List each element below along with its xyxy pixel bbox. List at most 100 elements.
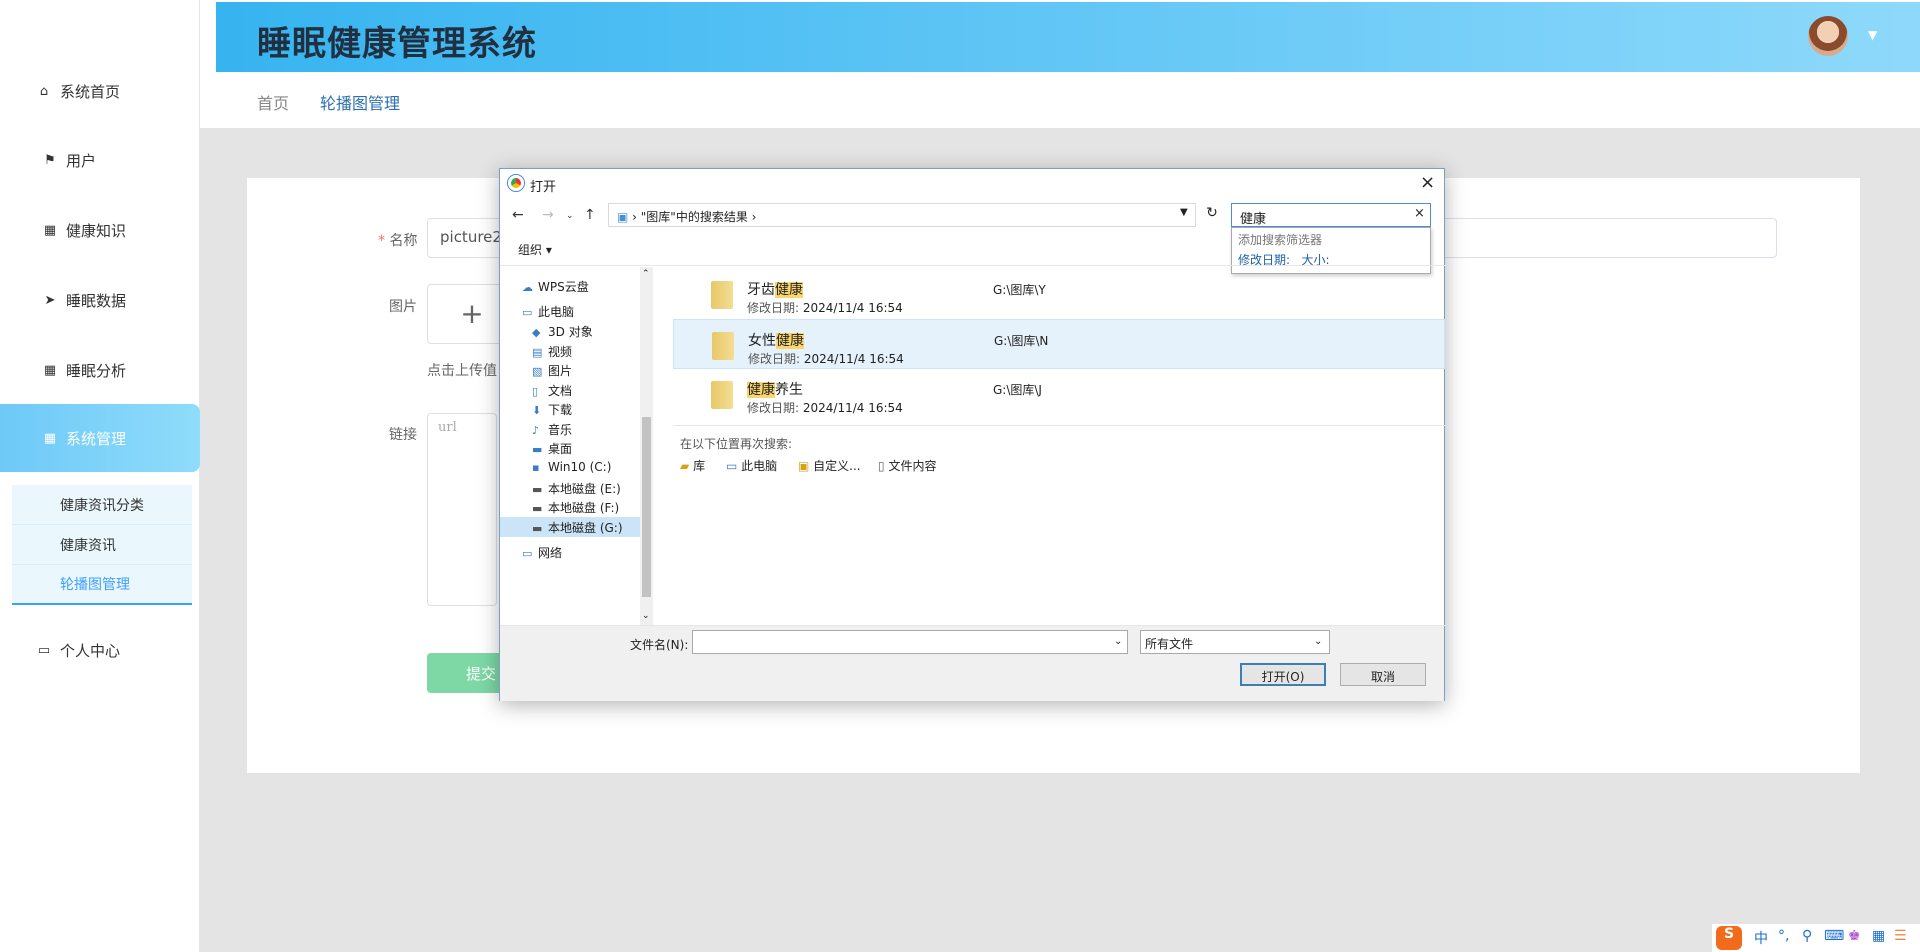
nav-label: 网络 [538,546,563,560]
nav-item-pictures[interactable]: ▧ 图片 [532,362,572,379]
ime-lang[interactable]: 中 [1754,928,1768,948]
caret-down-icon[interactable]: ▼ [1868,28,1877,42]
nav-item-desktop[interactable]: ▬ 桌面 [532,440,572,457]
forward-icon[interactable]: → [542,207,554,223]
file-row[interactable]: 女性健康 修改日期: 2024/11/4 16:54 G:\图库\N [673,319,1445,369]
folder-icon [711,281,733,309]
sidebar-item-label: 系统管理 [66,429,127,448]
file-path: G:\图库\Y [993,283,1046,297]
sidebar-subitem-news-category[interactable]: 健康资讯分类 [12,485,192,525]
file-name: 健康养生 [747,379,803,399]
name-match: 健康 [747,382,775,398]
filename-input[interactable] [692,630,1128,654]
sidebar-item-home[interactable]: ⌂ 系统首页 [0,57,200,125]
link-textarea[interactable]: url [427,413,497,606]
subitem-label: 健康资讯 [60,537,116,554]
sidebar-item-health-knowledge[interactable]: ▦ 健康知识 [0,196,200,264]
search-again-library[interactable]: ▰ 库 [680,457,705,474]
sidebar-item-profile[interactable]: ▭ 个人中心 [0,616,200,684]
filename-dropdown-icon[interactable]: ⌄ [1114,636,1122,647]
nav-label: 下载 [548,403,573,417]
search-again-custom[interactable]: ▣ 自定义... [798,457,861,474]
search-again-contents[interactable]: ▯ 文件内容 [878,457,936,474]
picture-icon: ▧ [532,365,543,378]
folder-icon [711,381,733,409]
desktop-icon: ▬ [532,443,543,456]
nav-scrollbar[interactable]: ⌃ ⌄ [640,267,653,625]
address-dropdown-icon[interactable]: ▼ [1180,207,1188,218]
search-clear-icon[interactable]: × [1414,206,1425,221]
refresh-icon[interactable]: ↻ [1202,205,1222,227]
address-bar[interactable]: ▣ › "图库"中的搜索结果 › [608,203,1196,227]
name-label: * 名称 [378,230,417,250]
nav-item-drive-e[interactable]: ▬ 本地磁盘 (E:) [532,480,621,497]
organize-button[interactable]: 组织 ▾ [518,241,552,258]
up-icon[interactable]: ↑ [584,207,596,223]
home-icon: ⌂ [39,83,49,99]
nav-item-wps-cloud[interactable]: ☁ WPS云盘 [522,278,589,295]
sidebar-item-sleep-data[interactable]: ➤ 睡眠数据 [0,266,200,334]
sogou-icon[interactable]: S [1716,926,1742,950]
scroll-thumb[interactable] [642,417,651,597]
nav-item-3d[interactable]: ◆ 3D 对象 [532,323,593,340]
chevron-up-icon[interactable]: ⌃ [642,269,650,279]
chrome-icon [508,175,524,191]
nav-item-drive-c[interactable]: ▪ Win10 (C:) [532,460,611,474]
sidebar-subitem-news[interactable]: 健康资讯 [12,525,192,565]
nav-item-downloads[interactable]: ⬇ 下载 [532,401,572,418]
nav-label: 文档 [548,384,573,398]
wallet-icon: ▭ [37,642,51,658]
drive-icon: ▪ [532,461,540,474]
date-label: 修改日期: [748,352,801,366]
submit-button[interactable]: 提交 [427,653,507,693]
filetype-dropdown-icon[interactable]: ⌄ [1314,636,1322,647]
library-icon: ▣ [617,210,629,224]
cancel-button[interactable]: 取消 [1340,663,1426,686]
divider [673,425,1445,426]
nav-item-drive-g[interactable]: ▬ 本地磁盘 (G:) [500,517,640,537]
date-value: 2024/11/4 16:54 [803,352,904,366]
nav-item-documents[interactable]: ▯ 文档 [532,382,572,399]
sidebar-item-label: 用户 [66,151,97,170]
keyboard-icon[interactable]: ⌨ [1824,928,1844,944]
microphone-icon[interactable]: ⚲ [1802,928,1812,944]
library-icon: ▰ [680,459,690,473]
history-dropdown-icon[interactable]: ⌄ [566,211,574,221]
file-row[interactable]: 健康养生 修改日期: 2024/11/4 16:54 G:\图库\J [673,369,1445,419]
chevron-down-icon[interactable]: ⌄ [642,611,650,621]
close-icon[interactable]: × [1420,172,1435,193]
skin-icon[interactable]: ♚ [1848,928,1861,944]
search-again-label: 在以下位置再次搜索: [680,437,793,451]
flag-icon: ⚑ [44,152,56,168]
cloud-icon: ☁ [522,281,533,294]
open-button[interactable]: 打开(O) [1240,663,1326,686]
name-part: 牙齿 [747,282,775,298]
divider [500,265,1446,266]
sidebar-subitem-carousel[interactable]: 轮播图管理 [12,565,192,605]
sidebar-item-system[interactable]: ▦ 系统管理 [0,404,200,472]
nav-label: 此电脑 [538,305,575,319]
punctuation-icon[interactable]: °, [1778,928,1789,944]
popup-title: 添加搜索筛选器 [1238,233,1323,247]
file-row[interactable]: 牙齿健康 修改日期: 2024/11/4 16:54 G:\图库\Y [673,269,1445,319]
sidebar-item-sleep-analysis[interactable]: ▦ 睡眠分析 [0,336,200,404]
search-again-this-pc[interactable]: ▭ 此电脑 [726,457,777,474]
nav-item-network[interactable]: ▭ 网络 [522,544,562,561]
breadcrumb-home[interactable]: 首页 [257,90,289,114]
nav-item-this-pc[interactable]: ▭ 此电脑 [522,303,574,320]
required-mark: * [378,233,385,249]
nav-item-drive-f[interactable]: ▬ 本地磁盘 (F:) [532,499,619,516]
computer-icon: ▭ [726,459,738,473]
toolbox-icon[interactable]: ▦ [1872,928,1885,944]
nav-label: 本地磁盘 (F:) [548,501,620,515]
search-input[interactable]: 健康 [1231,203,1431,227]
video-icon: ▤ [532,346,543,359]
menu-icon[interactable]: ☰ [1894,928,1907,944]
nav-item-music[interactable]: ♪ 音乐 [532,421,572,438]
again-label: 自定义... [813,459,861,473]
filetype-select[interactable]: 所有文件 [1140,630,1330,654]
sidebar-item-user[interactable]: ⚑ 用户 [0,126,200,194]
nav-item-video[interactable]: ▤ 视频 [532,343,572,360]
avatar[interactable] [1808,16,1848,56]
back-icon[interactable]: ← [512,207,524,223]
